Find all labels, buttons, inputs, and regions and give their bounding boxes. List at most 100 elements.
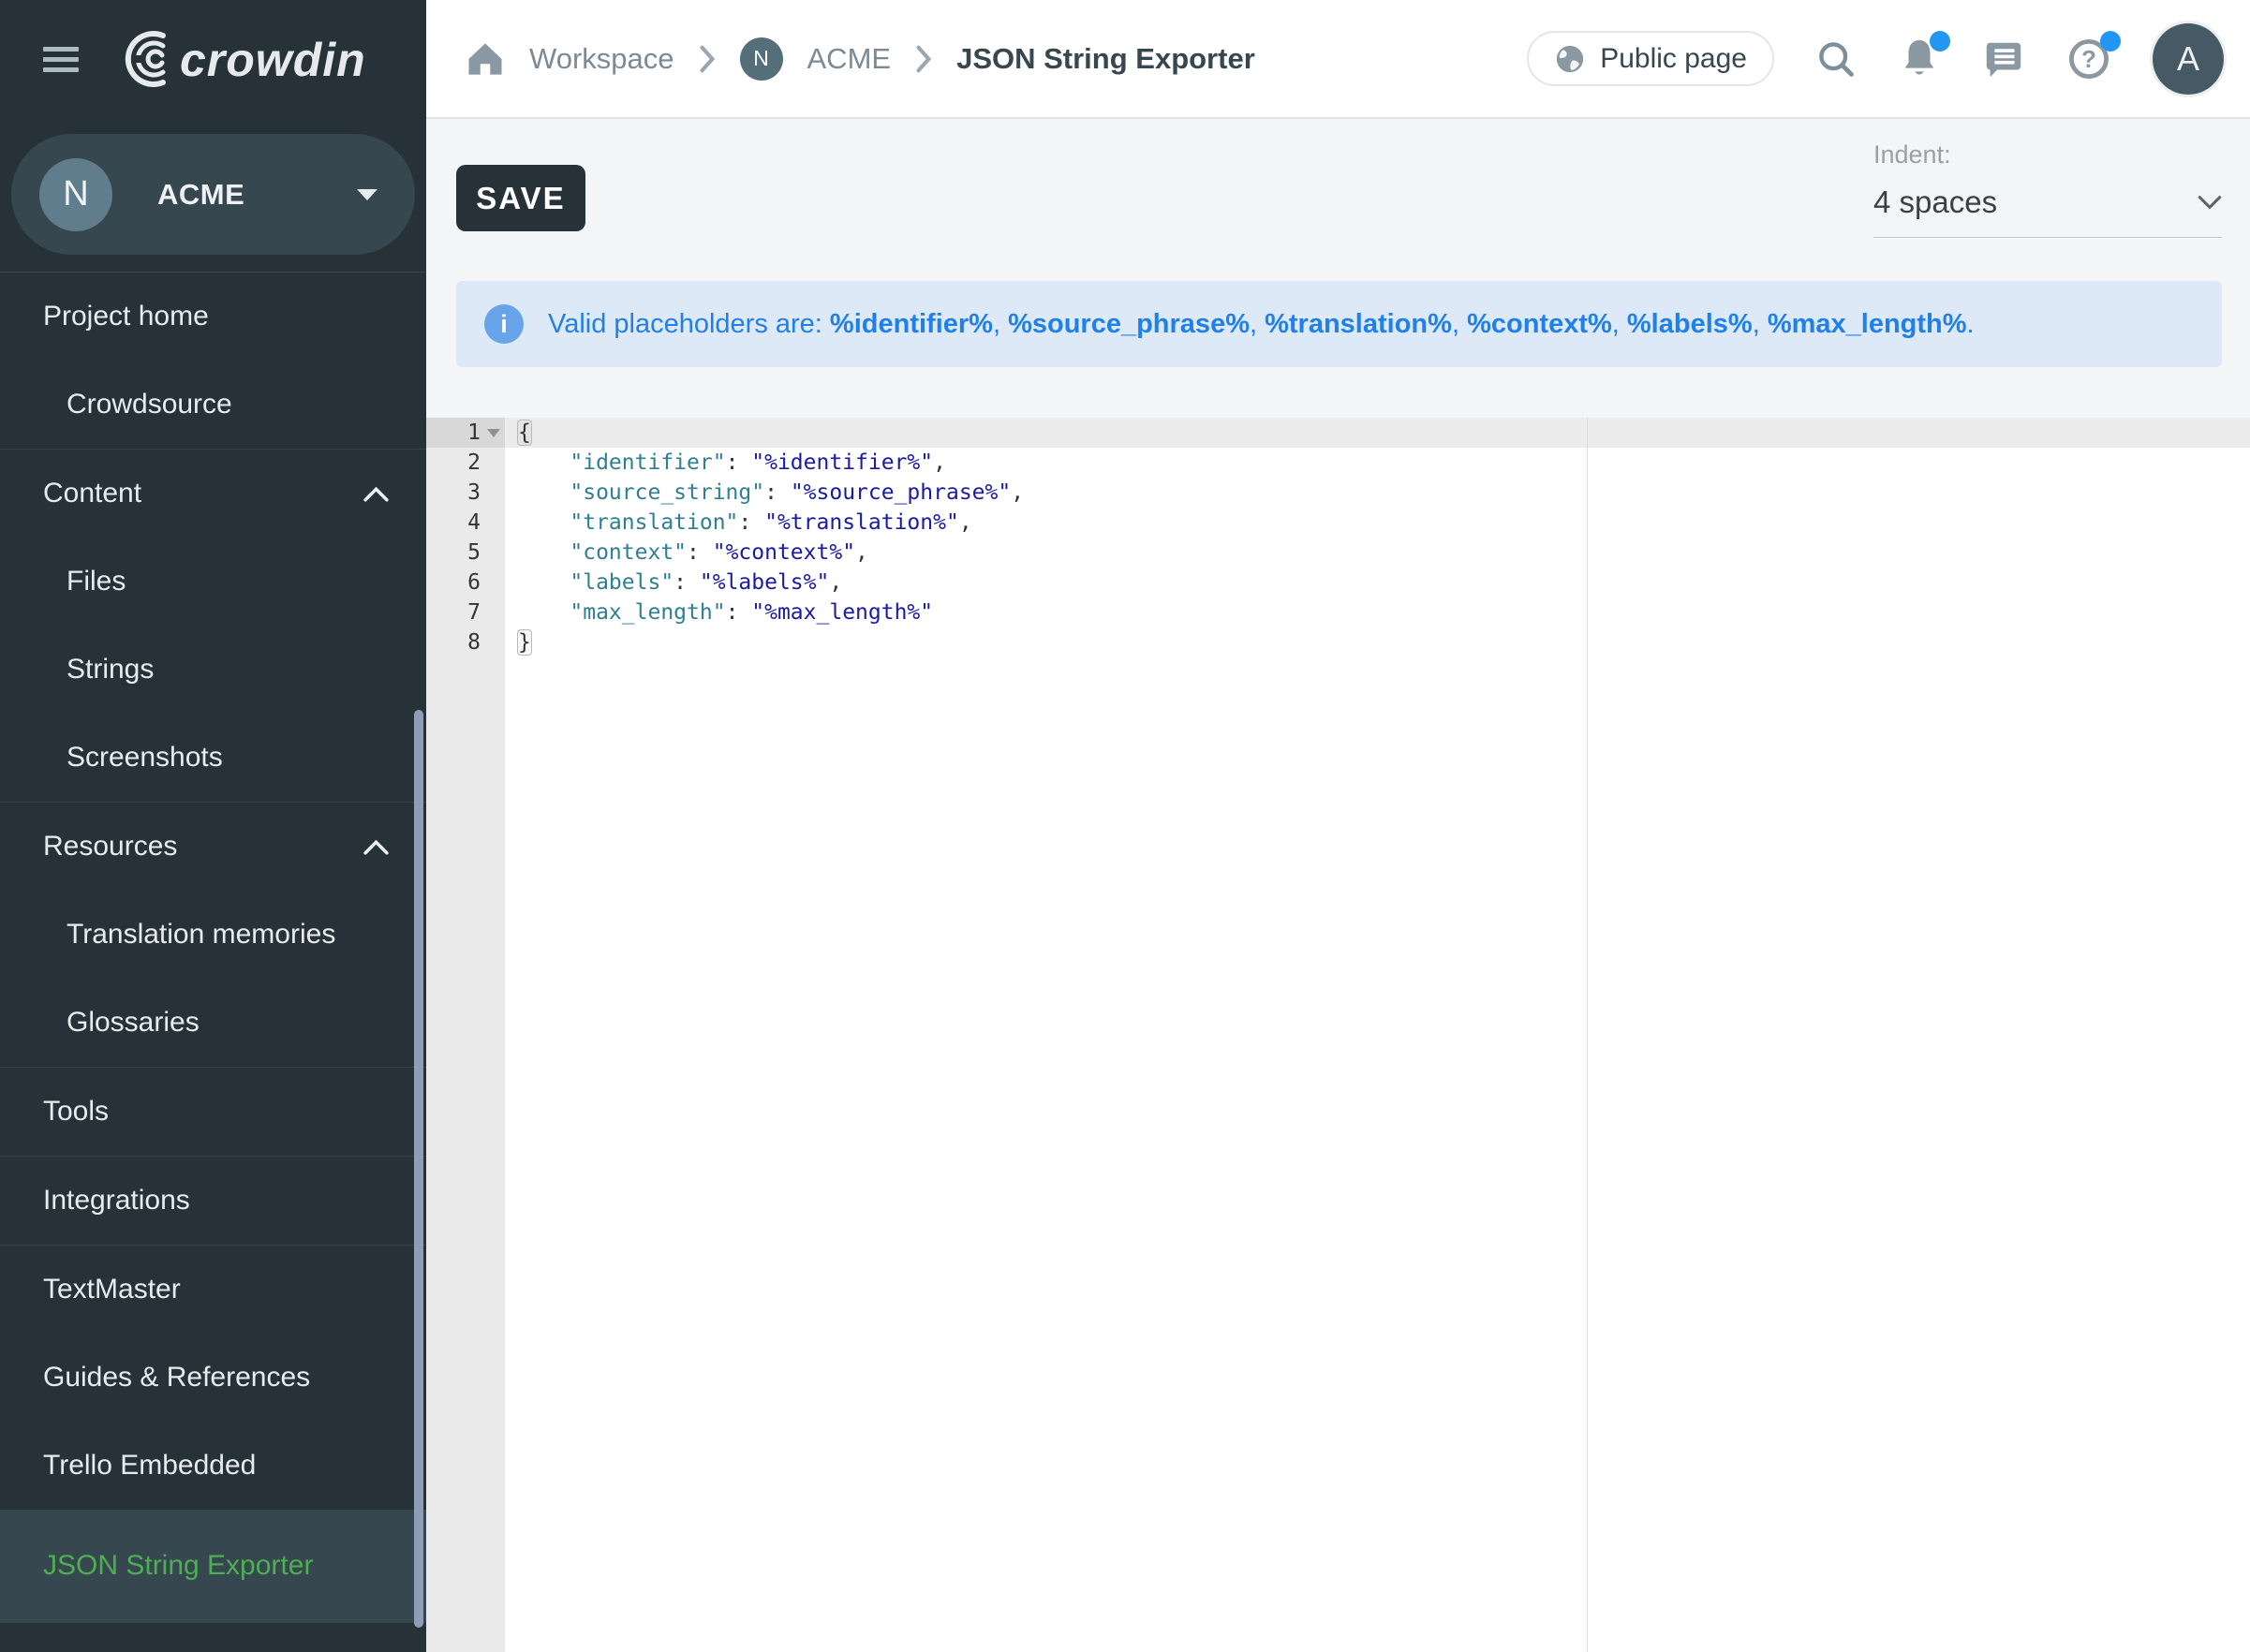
indent-label: Indent: (1873, 140, 2222, 170)
sidebar-item-glossaries[interactable]: Glossaries (0, 979, 426, 1067)
editor-text-area[interactable]: { "identifier": "%identifier%", "source_… (505, 418, 2250, 1652)
toolbar: SAVE Indent: 4 spaces (426, 119, 2250, 281)
code-line: "labels": "%labels%", (505, 568, 2250, 597)
sidebar-item-tools[interactable]: Tools (0, 1068, 426, 1156)
gutter-line-number: 7 (426, 597, 505, 627)
gutter-line-number: 6 (426, 568, 505, 597)
chevron-up-icon (363, 486, 389, 502)
placeholder-token: %translation% (1265, 309, 1452, 339)
gutter-line-number: 1 (426, 418, 505, 448)
header-actions: Public page ? A (1527, 23, 2224, 95)
notification-dot (1930, 31, 1950, 52)
svg-text:?: ? (2081, 45, 2096, 73)
code-line: "source_string": "%source_phrase%", (505, 478, 2250, 508)
gutter-line-number: 8 (426, 627, 505, 657)
breadcrumb-current-page: JSON String Exporter (956, 42, 1255, 76)
code-lines: { "identifier": "%identifier%", "source_… (505, 418, 2250, 657)
messages-icon[interactable] (1982, 37, 2025, 81)
sidebar-scrollbar-thumb[interactable] (414, 710, 423, 1628)
placeholder-token: %context% (1467, 309, 1612, 339)
sidebar-item-integrations[interactable]: Integrations (0, 1157, 426, 1245)
info-banner: i Valid placeholders are: %identifier%, … (456, 281, 2222, 367)
app-window: crowdin N ACME Project home Crowdsource Co… (0, 0, 2250, 1652)
chevron-right-icon (915, 45, 932, 73)
sidebar-item-project-home[interactable]: Project home (0, 273, 426, 361)
sidebar-item-textmaster[interactable]: TextMaster (0, 1246, 426, 1334)
sidebar-item-resources[interactable]: Resources (0, 803, 426, 891)
sidebar-item-label: Trello Embedded (43, 1450, 256, 1482)
crowdin-logo[interactable]: crowdin (120, 27, 410, 93)
save-button[interactable]: SAVE (456, 165, 585, 231)
code-line: "max_length": "%max_length%" (505, 597, 2250, 627)
code-line: "identifier": "%identifier%", (505, 448, 2250, 478)
chevron-down-icon (2198, 195, 2222, 210)
editor-gutter: 12345678 (426, 418, 505, 1652)
breadcrumb-project[interactable]: ACME (807, 42, 892, 76)
sidebar-item-strings[interactable]: Strings (0, 626, 426, 714)
sidebar: crowdin N ACME Project home Crowdsource Co… (0, 0, 426, 1652)
home-icon[interactable] (466, 40, 505, 78)
sidebar-item-label: Project home (43, 301, 209, 332)
sidebar-item-label: Glossaries (67, 1007, 200, 1039)
project-switcher[interactable]: N ACME (11, 134, 415, 255)
banner-text: Valid placeholders are: %identifier%, %s… (548, 309, 1975, 340)
placeholder-token: %max_length% (1768, 309, 1967, 339)
top-header: Workspace N ACME JSON String Exporter Pu… (426, 0, 2250, 119)
code-line: "context": "%context%", (505, 538, 2250, 568)
sidebar-item-crowdsource[interactable]: Crowdsource (0, 361, 426, 449)
public-page-button[interactable]: Public page (1527, 31, 1774, 86)
hamburger-menu-icon[interactable] (43, 41, 79, 78)
notifications-bell-icon[interactable] (1898, 37, 1941, 81)
sidebar-item-label: Screenshots (67, 742, 223, 774)
indent-value: 4 spaces (1873, 184, 1997, 220)
svg-text:crowdin: crowdin (180, 34, 366, 86)
chevron-right-icon (699, 45, 716, 73)
project-name: ACME (157, 178, 244, 212)
sidebar-item-json-string-exporter[interactable]: JSON String Exporter (0, 1510, 426, 1622)
gutter-line-number: 5 (426, 538, 505, 568)
sidebar-item-content[interactable]: Content (0, 450, 426, 538)
sidebar-item-label: Integrations (43, 1185, 190, 1217)
sidebar-item-label: Guides & References (43, 1362, 310, 1394)
placeholder-token: %source_phrase% (1008, 309, 1250, 339)
help-icon[interactable]: ? (2066, 37, 2111, 81)
sidebar-item-label: Files (67, 566, 126, 597)
sidebar-item-label: Resources (43, 831, 177, 863)
search-icon[interactable] (1815, 38, 1857, 80)
sidebar-item-label: Tools (43, 1096, 109, 1128)
sidebar-item-label: Crowdsource (67, 389, 232, 420)
fold-toggle-icon[interactable] (487, 429, 500, 437)
chevron-up-icon (363, 839, 389, 855)
sidebar-item-label: TextMaster (43, 1274, 181, 1305)
project-avatar: N (39, 158, 112, 231)
sidebar-item-label: Content (43, 478, 141, 509)
user-avatar[interactable]: A (2153, 23, 2224, 95)
sidebar-item-files[interactable]: Files (0, 538, 426, 626)
gutter-line-number: 2 (426, 448, 505, 478)
sidebar-item-label: Strings (67, 654, 154, 686)
crowdin-logo-mark: crowdin (120, 27, 410, 93)
code-editor: 12345678 { "identifier": "%identifier%",… (426, 418, 2250, 1652)
indent-select[interactable]: 4 spaces (1873, 184, 2222, 238)
sidebar-header: crowdin (0, 0, 426, 119)
code-line: { (505, 418, 2250, 448)
sidebar-item-screenshots[interactable]: Screenshots (0, 714, 426, 802)
sidebar-item-label: Translation memories (67, 919, 335, 951)
sidebar-item-guides-references[interactable]: Guides & References (0, 1334, 426, 1422)
placeholder-token: %identifier% (830, 309, 993, 339)
chevron-down-icon (357, 189, 377, 200)
main-content: SAVE Indent: 4 spaces i Valid placeholde… (426, 119, 2250, 1652)
sidebar-item-trello-embedded[interactable]: Trello Embedded (0, 1422, 426, 1510)
breadcrumb-workspace[interactable]: Workspace (529, 42, 674, 76)
sidebar-item-project-settings[interactable]: Project settings (0, 1623, 426, 1652)
sidebar-nav: Project home Crowdsource Content Files Strin… (0, 273, 426, 1652)
help-dot (2100, 31, 2121, 52)
sidebar-item-label: JSON String Exporter (43, 1550, 313, 1582)
gutter-line-number: 4 (426, 508, 505, 538)
breadcrumb-project-avatar[interactable]: N (740, 37, 783, 81)
sidebar-item-translation-memories[interactable]: Translation memories (0, 891, 426, 979)
gutter-line-number: 3 (426, 478, 505, 508)
info-icon: i (484, 304, 524, 344)
indent-setting: Indent: 4 spaces (1873, 140, 2222, 238)
public-page-label: Public page (1600, 43, 1747, 75)
